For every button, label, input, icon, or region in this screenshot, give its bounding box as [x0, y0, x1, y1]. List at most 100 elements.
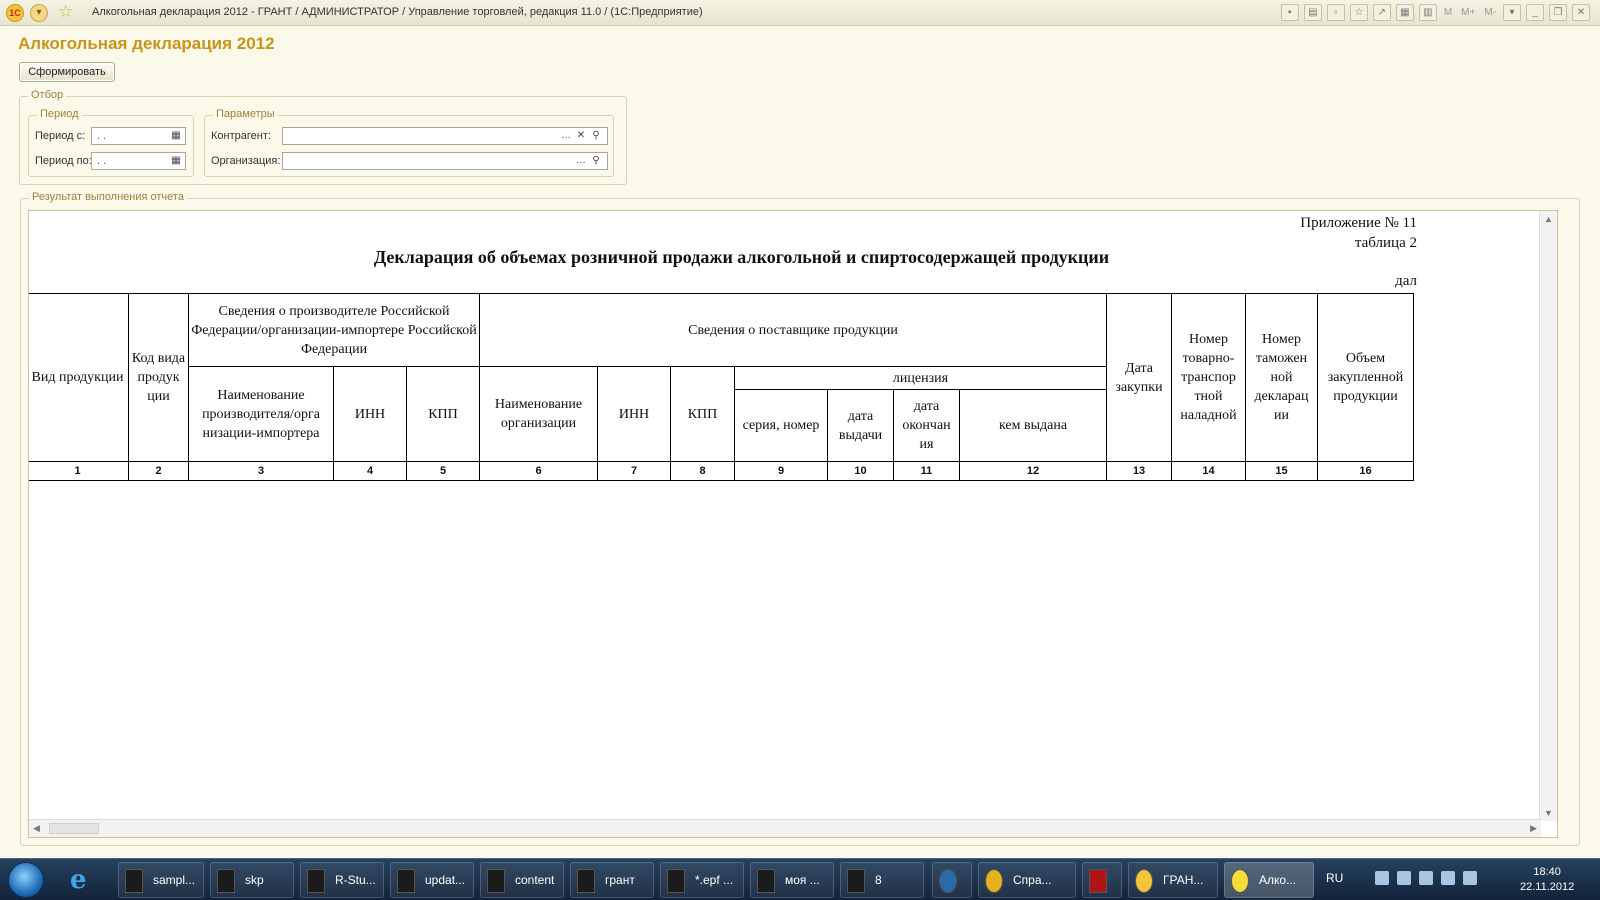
unit-label: дал [1395, 273, 1417, 289]
column-number: 12 [959, 461, 1107, 481]
form-title: Алкогольная декларация 2012 [18, 34, 275, 53]
period-group: Период Период с: . . ▦ Период по: . . ▦ [28, 108, 194, 177]
volume-icon[interactable] [1463, 871, 1477, 885]
tray-network-icon[interactable] [1397, 871, 1411, 885]
favorites-star-icon[interactable]: ☆ [58, 2, 73, 22]
main-menu-icon[interactable]: ▾ [30, 4, 48, 22]
preview-icon[interactable]: ▫ [1326, 4, 1345, 21]
clock-time: 18:40 [1533, 866, 1561, 878]
close-icon[interactable]: ✕ [1572, 4, 1590, 21]
column-number: 16 [1317, 461, 1414, 481]
declaration-title: Декларация об объемах розничной продажи … [373, 247, 1110, 267]
internet-explorer-icon[interactable]: e [70, 865, 87, 895]
minimize-icon[interactable]: _ [1526, 4, 1544, 21]
system-clock[interactable]: 18:40 22.11.2012 [1520, 865, 1574, 895]
column-number: 7 [597, 461, 671, 481]
organization-label: Организация: [211, 155, 281, 167]
calendar-icon[interactable]: ▥ [1418, 4, 1437, 21]
1c-icon [1231, 869, 1249, 893]
vertical-scrollbar[interactable]: ▲ ▼ [1539, 211, 1557, 821]
memory-minus-button[interactable]: M- [1482, 7, 1498, 18]
tray-flag-icon[interactable] [1441, 871, 1455, 885]
search-icon[interactable]: ⚲ [589, 153, 603, 169]
window-icon [757, 869, 775, 893]
save-icon[interactable]: ▪ [1280, 4, 1299, 21]
params-legend: Параметры [213, 108, 278, 120]
horizontal-scroll-thumb[interactable] [49, 823, 99, 834]
scroll-left-icon[interactable]: ◀ [33, 823, 40, 834]
window-icon [487, 869, 505, 893]
header-customs-number: Номер таможен ной декларац ии [1245, 293, 1318, 462]
scroll-down-icon[interactable]: ▼ [1544, 808, 1553, 818]
calculator-icon[interactable]: ▦ [1395, 4, 1414, 21]
search-icon[interactable]: ⚲ [589, 128, 603, 144]
window-icon [217, 869, 235, 893]
header-producer-kpp: КПП [406, 366, 480, 462]
clock-date: 22.11.2012 [1520, 881, 1575, 893]
organization-field[interactable] [282, 152, 608, 170]
scroll-up-icon[interactable]: ▲ [1544, 214, 1553, 224]
horizontal-scrollbar[interactable]: ◀ ▶ [29, 819, 1541, 837]
report-spreadsheet[interactable]: Приложение № 11 таблица 2 Декларация об … [28, 210, 1558, 838]
taskbar-item[interactable]: *.epf ... [660, 862, 744, 898]
calendar-icon[interactable]: ▦ [169, 128, 183, 144]
taskbar-item-active[interactable]: Алко... [1224, 862, 1314, 898]
appendix-number: Приложение № 11 [1300, 215, 1417, 231]
taskbar-item[interactable]: грант [570, 862, 654, 898]
print-icon[interactable]: ▤ [1303, 4, 1322, 21]
scroll-right-icon[interactable]: ▶ [1530, 823, 1537, 834]
clear-icon[interactable]: ✕ [574, 128, 588, 144]
taskbar-item[interactable]: моя ... [750, 862, 834, 898]
taskbar-item[interactable]: skp [210, 862, 294, 898]
taskbar-item[interactable]: updat... [390, 862, 474, 898]
tray-sync-icon[interactable] [1419, 871, 1433, 885]
header-license-group: лицензия [734, 366, 1107, 390]
header-license-end-date: дата окончан ия [893, 389, 960, 462]
period-legend: Период [37, 108, 82, 120]
1c-logo-icon[interactable]: 1С [6, 4, 24, 22]
media-player-icon [939, 869, 957, 893]
header-waybill-number: Номер товарно-транспор тной наладной [1171, 293, 1246, 462]
taskbar-item[interactable]: R-Stu... [300, 862, 384, 898]
tray-app-icon[interactable] [1375, 871, 1389, 885]
generate-button[interactable]: Сформировать [19, 62, 115, 82]
add-favorite-icon[interactable]: ☆ [1349, 4, 1368, 21]
select-ellipsis-icon[interactable]: … [559, 128, 573, 144]
header-producer-inn: ИНН [333, 366, 407, 462]
header-license-issued-by: кем выдана [959, 389, 1107, 462]
header-producer-group: Сведения о производителе Российской Феде… [188, 293, 480, 367]
taskbar: e sampl... skp R-Stu... updat... content… [0, 858, 1600, 900]
column-number: 14 [1171, 461, 1246, 481]
select-ellipsis-icon[interactable]: … [574, 153, 588, 169]
memory-m-button[interactable]: M [1442, 7, 1454, 18]
media-player-taskbar-item[interactable] [932, 862, 972, 898]
taskbar-item[interactable]: 8 [840, 862, 924, 898]
period-from-label: Период с: [35, 130, 86, 142]
window-icon [577, 869, 595, 893]
column-number: 2 [128, 461, 189, 481]
language-indicator[interactable]: RU [1326, 871, 1343, 885]
taskbar-item[interactable]: sampl... [118, 862, 204, 898]
restore-icon[interactable]: ❐ [1549, 4, 1567, 21]
chevron-down-icon[interactable]: ▾ [1503, 4, 1521, 21]
window-title-bar: 1С ▾ ☆ Алкогольная декларация 2012 - ГРА… [0, 0, 1600, 26]
calendar-icon[interactable]: ▦ [169, 153, 183, 169]
search-tool-icon [667, 869, 685, 893]
column-number: 5 [406, 461, 480, 481]
column-number: 8 [670, 461, 735, 481]
column-number: 9 [734, 461, 828, 481]
taskbar-item[interactable]: Спра... [978, 862, 1076, 898]
filter-legend: Отбор [28, 89, 67, 101]
taskbar-item[interactable]: content [480, 862, 564, 898]
header-supplier-name: Наименование организации [479, 366, 598, 462]
taskbar-item[interactable] [1082, 862, 1122, 898]
header-supplier-inn: ИНН [597, 366, 671, 462]
filter-group: Отбор Период Период с: . . ▦ Период по: … [19, 89, 627, 185]
header-product-type: Вид продукции [29, 293, 129, 462]
taskbar-item[interactable]: ГРАН... [1128, 862, 1218, 898]
memory-plus-button[interactable]: M+ [1459, 7, 1477, 18]
link-icon[interactable]: ↗ [1372, 4, 1391, 21]
window-toolbar: ▪ ▤ ▫ ☆ ↗ ▦ ▥ M M+ M- ▾ _ ❐ ✕ [1280, 4, 1590, 21]
start-button[interactable] [8, 862, 44, 898]
counterparty-label: Контрагент: [211, 130, 271, 142]
